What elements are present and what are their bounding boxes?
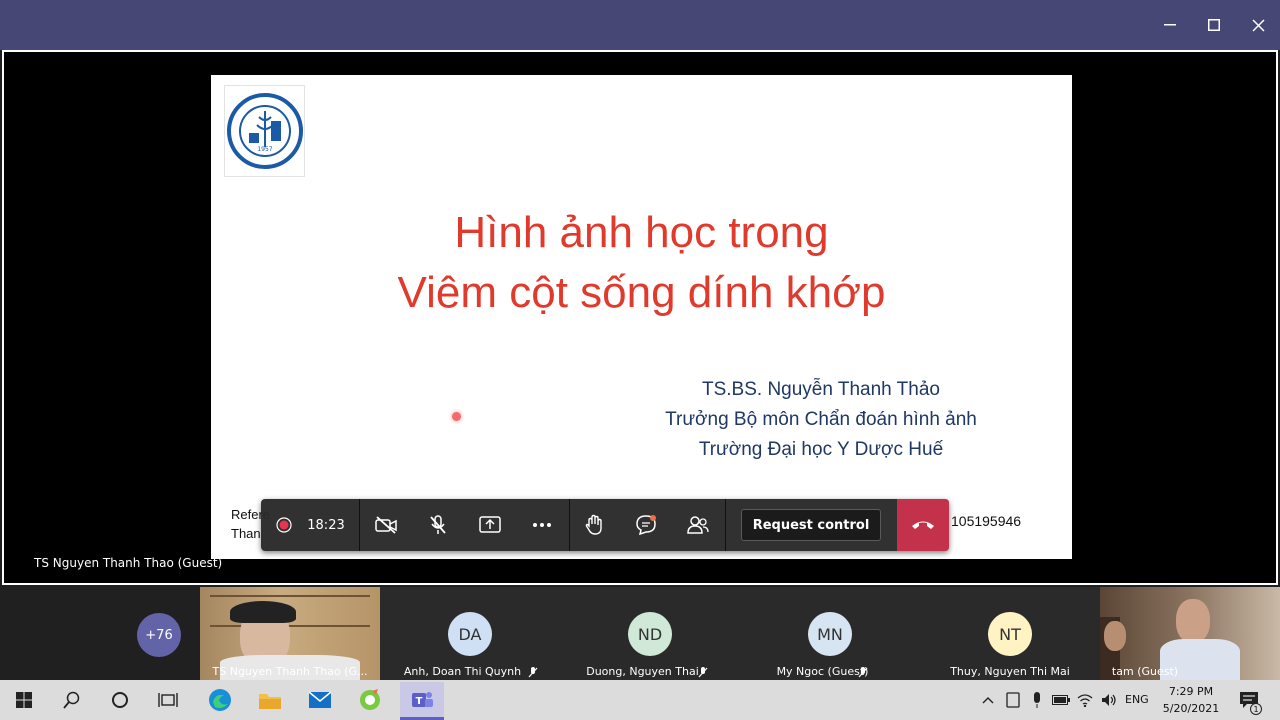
presentation-slide: 1957 Hình ảnh học trong Viêm cột sống dí… bbox=[211, 75, 1072, 559]
participant-name: My Ngoc (Guest) bbox=[776, 665, 869, 678]
author-department: Trưởng Bộ môn Chẩn đoán hình ảnh bbox=[665, 409, 977, 430]
slide-title: Hình ảnh học trong Viêm cột sống dính kh… bbox=[211, 203, 1072, 323]
university-logo: 1957 bbox=[224, 85, 305, 177]
laser-pointer bbox=[452, 412, 461, 421]
participant-name: tam (Guest) bbox=[1111, 665, 1179, 678]
participant-name: Anh, Doan Thi Quynh bbox=[403, 665, 522, 678]
participant-name: TS Nguyen Thanh Thao (G... bbox=[212, 665, 368, 678]
windows-start-icon[interactable] bbox=[8, 684, 40, 716]
window-titlebar bbox=[0, 0, 1280, 50]
overflow-count: +76 bbox=[145, 627, 173, 643]
participant-tile-video[interactable]: TS Nguyen Thanh Thao (G... bbox=[200, 587, 380, 680]
avatar: MN bbox=[808, 612, 852, 656]
participant-tile[interactable]: DA Anh, Doan Thi Quynh bbox=[380, 587, 560, 680]
chat-icon[interactable] bbox=[629, 499, 663, 551]
participant-name: Thuy, Nguyen Thi Mai bbox=[950, 665, 1070, 678]
camera-off-icon[interactable] bbox=[369, 499, 403, 551]
mic-off-icon[interactable] bbox=[421, 499, 455, 551]
file-explorer-icon[interactable] bbox=[254, 684, 286, 716]
cortana-icon[interactable] bbox=[104, 684, 136, 716]
author-university: Trường Đại học Y Dược Huế bbox=[698, 439, 944, 460]
participant-tile[interactable]: ND Duong, Nguyen Thai bbox=[560, 587, 740, 680]
notification-icon[interactable]: 1 bbox=[1234, 684, 1264, 716]
avatar: DA bbox=[448, 612, 492, 656]
mic-muted-icon bbox=[698, 664, 708, 678]
search-icon[interactable] bbox=[56, 684, 88, 716]
logo-year: 1957 bbox=[257, 146, 272, 153]
recording-icon bbox=[269, 499, 299, 551]
participant-tile-video[interactable]: tam (Guest) bbox=[1100, 587, 1280, 680]
raise-hand-icon[interactable] bbox=[577, 499, 611, 551]
presenter-name: TS Nguyen Thanh Thao (Guest) bbox=[34, 556, 223, 570]
chevron-up-icon[interactable] bbox=[978, 684, 998, 716]
call-controls: 18:23 Request control bbox=[261, 499, 949, 551]
call-timer: 18:23 bbox=[307, 517, 345, 533]
request-control-button[interactable]: Request control bbox=[741, 509, 881, 541]
mic-muted-icon bbox=[858, 664, 868, 678]
participants-icon[interactable] bbox=[681, 499, 715, 551]
notification-count: 1 bbox=[1250, 703, 1262, 715]
participant-tile[interactable]: NT Thuy, Nguyen Thi Mai bbox=[920, 587, 1100, 680]
more-options-icon[interactable] bbox=[525, 499, 559, 551]
battery-icon[interactable] bbox=[1050, 684, 1072, 716]
avatar: NT bbox=[988, 612, 1032, 656]
edge-browser-icon[interactable] bbox=[204, 684, 236, 716]
reference-text-2: Than bbox=[231, 526, 261, 541]
task-view-icon[interactable] bbox=[152, 684, 184, 716]
avatar: ND bbox=[628, 612, 672, 656]
taskbar: T ENG 7:29 PM 5/20/2021 1 bbox=[0, 680, 1280, 720]
slide-title-line2: Viêm cột sống dính khớp bbox=[397, 268, 886, 317]
hang-up-icon bbox=[912, 521, 934, 529]
hang-up-button[interactable] bbox=[897, 499, 949, 551]
svg-text:T: T bbox=[416, 696, 423, 707]
author-name: TS.BS. Nguyễn Thanh Thảo bbox=[701, 379, 940, 400]
system-clock[interactable]: 7:29 PM 5/20/2021 bbox=[1155, 683, 1227, 717]
share-screen-icon[interactable] bbox=[473, 499, 507, 551]
slide-title-line1: Hình ảnh học trong bbox=[454, 208, 829, 257]
mail-icon[interactable] bbox=[304, 684, 336, 716]
wifi-icon[interactable] bbox=[1074, 684, 1096, 716]
microphone-icon[interactable] bbox=[1026, 684, 1048, 716]
maximize-icon[interactable] bbox=[1199, 10, 1229, 40]
phone-number: 105195946 bbox=[951, 513, 1022, 529]
language-indicator[interactable]: ENG bbox=[1125, 693, 1149, 706]
minimize-icon[interactable] bbox=[1155, 10, 1185, 40]
clock-time: 7:29 PM bbox=[1168, 685, 1214, 698]
teams-app-icon[interactable]: T bbox=[400, 682, 444, 718]
app-green-icon[interactable] bbox=[354, 684, 386, 716]
mic-muted-icon bbox=[528, 664, 538, 678]
volume-icon[interactable] bbox=[1098, 684, 1120, 716]
participant-strip: +76 TS Nguyen Thanh Thao (G... DA Anh, D… bbox=[0, 587, 1280, 680]
device-icon[interactable] bbox=[1002, 684, 1024, 716]
overflow-participants-button[interactable]: +76 bbox=[137, 613, 181, 657]
clock-date: 5/20/2021 bbox=[1162, 702, 1220, 715]
close-icon[interactable] bbox=[1243, 10, 1273, 40]
participant-tile[interactable]: MN My Ngoc (Guest) bbox=[740, 587, 920, 680]
